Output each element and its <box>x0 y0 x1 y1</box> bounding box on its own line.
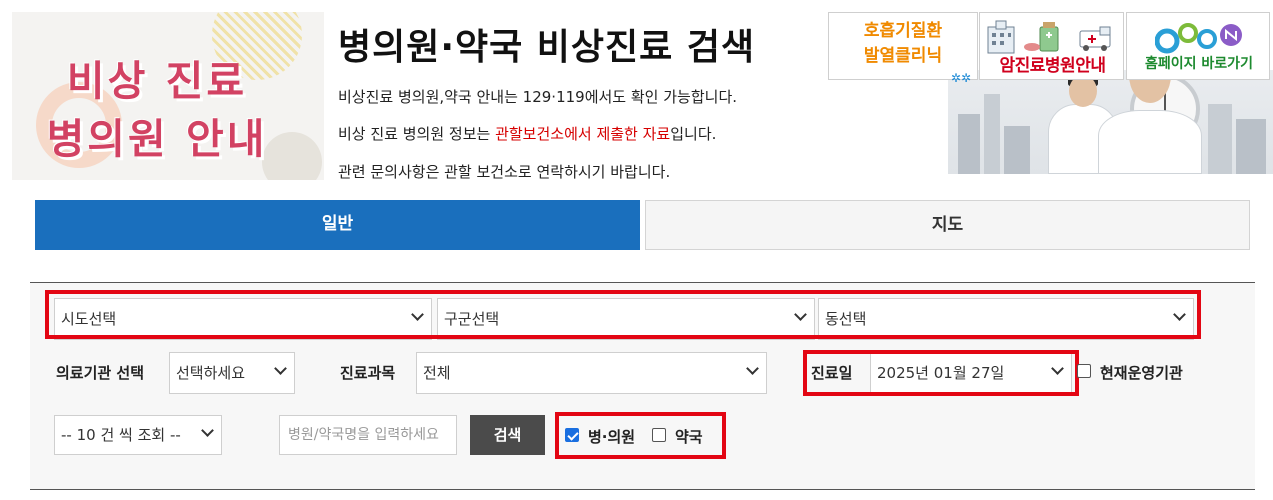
hospital-checkbox-label: 병·의원 <box>588 428 636 446</box>
date-select[interactable]: 2025년 01월 27일 <box>870 352 1072 394</box>
cancer-hospital-label: 암진료병원안내 <box>999 56 1106 76</box>
institution-label: 의료기관 선택 <box>56 364 145 382</box>
gugun-select[interactable]: 구군선택 <box>437 298 815 340</box>
open-now-label: 현재운영기관 <box>1100 364 1183 382</box>
search-button[interactable]: 검색 <box>470 415 545 455</box>
chevron-down-icon <box>276 353 285 393</box>
tab-general[interactable]: 일반 <box>35 200 640 250</box>
hospital-icon <box>987 20 1111 54</box>
hero-banner: 비상 진료 병의원 안내 <box>12 12 324 180</box>
institution-select[interactable]: 선택하세요 <box>169 352 295 394</box>
pharmacy-checkbox-label: 약국 <box>675 428 703 446</box>
page-title: 병의원·약국 비상진료 검색 <box>338 27 756 68</box>
chevron-down-icon <box>413 299 422 339</box>
cancer-hospital-link[interactable]: 암진료병원안내 <box>979 12 1124 80</box>
page-size-select-value: -- 10 건 씩 조회 -- <box>61 426 181 444</box>
date-select-value: 2025년 01월 27일 <box>877 364 1005 382</box>
egen-logo-icon <box>1155 23 1242 54</box>
virus-icon: ✲✲ <box>950 71 971 85</box>
doctors-illustration <box>948 70 1273 174</box>
notice-source-pre: 비상 진료 병의원 정보는 <box>338 125 496 143</box>
institution-select-value: 선택하세요 <box>176 364 246 382</box>
pharmacy-checkbox[interactable] <box>652 428 666 442</box>
date-label: 진료일 <box>811 364 853 382</box>
chevron-down-icon <box>748 353 757 393</box>
department-select[interactable]: 전체 <box>416 352 767 394</box>
sido-select-value: 시도선택 <box>61 310 117 328</box>
gugun-select-value: 구군선택 <box>444 310 500 328</box>
department-label: 진료과목 <box>340 364 396 382</box>
hero-title-line1: 비상 진료 <box>66 57 248 105</box>
respiratory-clinic-label1: 호흡기질환 <box>863 21 943 41</box>
notice-source-post: 입니다. <box>670 125 717 143</box>
department-select-value: 전체 <box>423 364 451 382</box>
chevron-down-icon <box>1175 299 1184 339</box>
dong-select[interactable]: 동선택 <box>818 298 1194 340</box>
name-search-input[interactable]: 병원/약국명을 입력하세요 <box>279 415 457 455</box>
homepage-link[interactable]: 홈페이지 바로가기 <box>1126 12 1270 80</box>
notice-source-highlight: 관할보건소에서 제출한 자료 <box>495 125 671 143</box>
hero-title-line2: 병의원 안내 <box>46 115 268 163</box>
doctor-figure <box>1098 70 1202 174</box>
chevron-down-icon <box>1053 353 1062 393</box>
chevron-down-icon <box>796 299 805 339</box>
respiratory-clinic-label2: 발열클리닉 <box>863 46 943 66</box>
page-size-select[interactable]: -- 10 건 씩 조회 -- <box>54 415 222 455</box>
respiratory-clinic-link[interactable]: 호흡기질환 발열클리닉 ✲✲ <box>828 12 978 85</box>
notice-source: 비상 진료 병의원 정보는 관할보건소에서 제출한 자료입니다. <box>338 123 716 144</box>
notice-contact: 관련 문의사항은 관할 보건소로 연락하시기 바랍니다. <box>338 163 671 181</box>
tab-map[interactable]: 지도 <box>645 200 1250 250</box>
notice-phone: 비상진료 병의원,약국 안내는 129·119에서도 확인 가능합니다. <box>338 88 738 106</box>
sido-select[interactable]: 시도선택 <box>54 298 432 340</box>
hospital-checkbox[interactable] <box>565 428 579 442</box>
open-now-checkbox[interactable] <box>1077 364 1091 378</box>
chevron-down-icon <box>203 416 212 454</box>
homepage-label: 홈페이지 바로가기 <box>1145 56 1253 72</box>
dong-select-value: 동선택 <box>825 310 867 328</box>
